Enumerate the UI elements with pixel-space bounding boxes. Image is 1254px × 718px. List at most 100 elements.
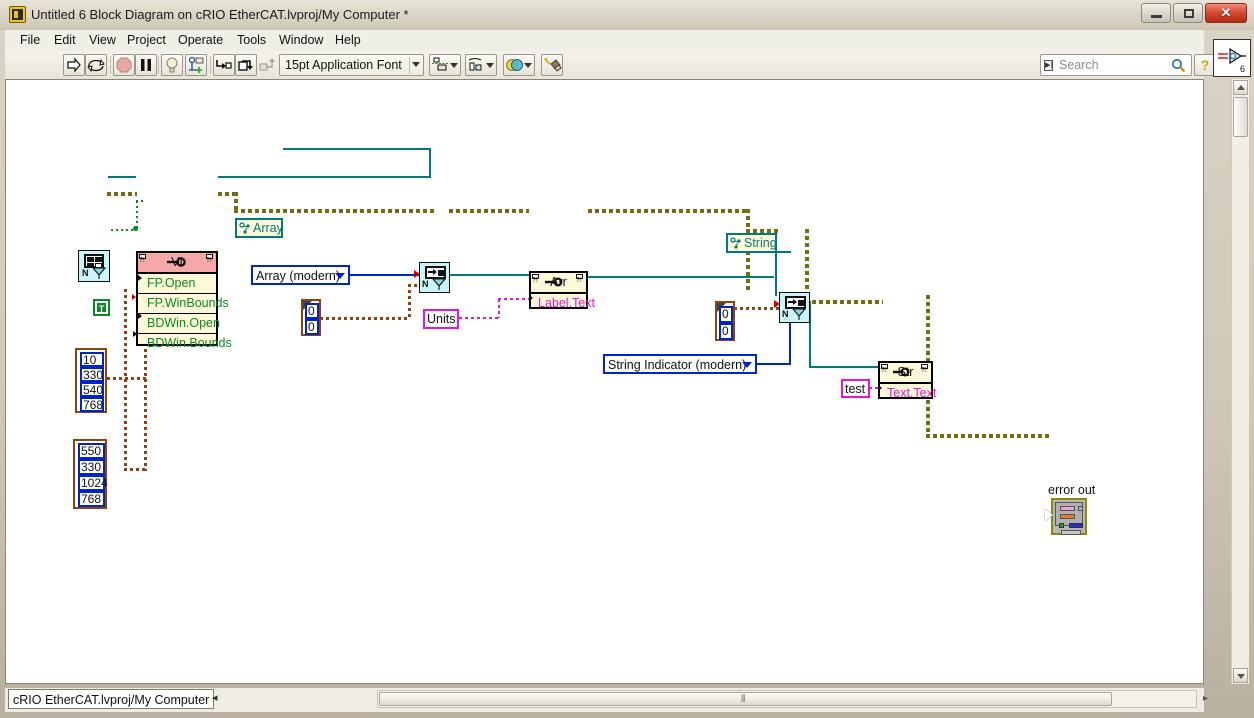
vi-icon-glyph: 6 xyxy=(1215,41,1249,75)
property-row-bdwin-open[interactable]: BDWin.Open xyxy=(138,313,220,333)
bounds-array-constant-1[interactable]: 10 330 540 768 xyxy=(75,348,107,413)
reorder-button[interactable] xyxy=(503,54,535,76)
retain-wire-values-button[interactable] xyxy=(185,54,207,76)
close-button[interactable]: ✕ xyxy=(1205,3,1247,23)
new-vi-object-node-2[interactable]: N xyxy=(779,292,810,323)
wrench-icon xyxy=(545,277,563,287)
string-class-constant-label: String xyxy=(744,236,777,250)
array-class-constant[interactable]: Array xyxy=(235,218,283,238)
step-out-button[interactable] xyxy=(257,54,279,76)
chevron-down-icon xyxy=(524,63,532,68)
scroll-right-icon[interactable]: ▸ xyxy=(1203,693,1208,704)
scroll-down-button[interactable] xyxy=(1233,668,1248,683)
run-button[interactable] xyxy=(63,54,85,76)
wire-pos-h1 xyxy=(320,317,410,320)
units-string-constant[interactable]: Units xyxy=(423,309,459,329)
array-cell[interactable]: 1024 xyxy=(78,475,108,491)
step-into-button[interactable] xyxy=(213,54,235,76)
minimize-button[interactable] xyxy=(1141,3,1171,23)
array-cell[interactable]: 330 xyxy=(80,367,104,382)
align-objects-button[interactable] xyxy=(429,54,461,76)
menu-bar: File Edit View Project Operate Tools Win… xyxy=(5,30,1204,52)
wire-objref-to-arr xyxy=(449,274,531,276)
class-constant-icon xyxy=(730,237,741,249)
search-box[interactable]: ▶| Search xyxy=(1040,54,1192,76)
property-row-bdwin-bounds[interactable]: BDWin.Bounds xyxy=(138,333,232,353)
vertical-scrollbar[interactable] xyxy=(1231,79,1249,684)
new-vi-object-node-1[interactable]: N xyxy=(419,262,450,293)
pause-icon xyxy=(141,59,151,71)
chevron-down-icon xyxy=(742,362,752,368)
run-continuously-button[interactable] xyxy=(85,54,107,76)
array-modern-ring[interactable]: Array (modern) xyxy=(251,265,350,285)
wire-units-h2 xyxy=(498,298,529,300)
chevron-up-icon xyxy=(1237,85,1245,90)
menu-view[interactable]: View xyxy=(83,31,122,50)
str-property-node[interactable]: Str Text.Text ?! ?! xyxy=(878,361,936,400)
string-indicator-ring-value: String Indicator (modern) xyxy=(608,358,747,372)
maximize-button[interactable] xyxy=(1173,3,1203,23)
menu-tools[interactable]: Tools xyxy=(231,31,272,50)
wire-enum-string-h xyxy=(757,363,791,365)
array-cell[interactable]: 768 xyxy=(80,397,104,412)
menu-operate[interactable]: Operate xyxy=(172,31,229,50)
search-scope-icon: ▶| xyxy=(1044,60,1053,71)
chevron-down-icon xyxy=(450,63,458,68)
vertical-scrollbar-thumb[interactable] xyxy=(1233,97,1248,137)
distribute-objects-button[interactable] xyxy=(465,54,497,76)
array-cell[interactable]: 0 xyxy=(305,319,319,335)
pause-button[interactable] xyxy=(135,54,157,76)
block-diagram-canvas[interactable]: N VI FP.Open FP.WinBounds BDWin.Open BDW… xyxy=(5,79,1204,684)
title-bar: Untitled 6 Block Diagram on cRIO EtherCA… xyxy=(0,0,1254,30)
property-row-label-text[interactable]: Label.Text xyxy=(531,293,595,313)
reorder-icon xyxy=(506,59,523,71)
distribute-objects-icon xyxy=(468,58,482,71)
project-context-label[interactable]: cRIO EtherCAT.lvproj/My Computer xyxy=(8,689,215,709)
position-array-constant-2[interactable]: 0 0 xyxy=(715,301,735,341)
array-cell[interactable]: 768 xyxy=(78,491,105,507)
array-cell[interactable]: 0 xyxy=(719,323,733,340)
property-row-text-text[interactable]: Text.Text xyxy=(880,383,936,403)
menu-project[interactable]: Project xyxy=(121,31,172,50)
font-selector[interactable]: 15pt Application Font xyxy=(279,54,424,76)
vi-property-node[interactable]: VI FP.Open FP.WinBounds BDWin.Open BDWin… xyxy=(136,251,232,350)
menu-edit[interactable]: Edit xyxy=(48,31,82,50)
property-row-fp-winbounds[interactable]: FP.WinBounds xyxy=(138,293,229,313)
open-vi-reference-node[interactable]: N xyxy=(78,250,110,282)
vi-icon-pane[interactable]: 6 xyxy=(1213,39,1251,77)
horizontal-scrollbar[interactable]: ⫴ xyxy=(377,690,1197,708)
collapse-arrow-icon[interactable]: ◂ xyxy=(212,691,218,704)
new-vi-object-2-input-arrow xyxy=(774,300,780,308)
array-cell[interactable]: 0 xyxy=(719,306,733,323)
clean-up-diagram-button[interactable] xyxy=(541,54,563,76)
step-over-button[interactable] xyxy=(235,54,257,76)
array-cell[interactable]: 540 xyxy=(80,382,104,397)
array-cell[interactable]: 0 xyxy=(305,303,319,319)
window-title: Untitled 6 Block Diagram on cRIO EtherCA… xyxy=(31,7,409,22)
bounds-array-constant-2[interactable]: 550 330 1024 768 xyxy=(73,439,108,509)
scroll-up-button[interactable] xyxy=(1233,80,1248,95)
array-cell[interactable]: 10 xyxy=(80,352,104,367)
arr-property-node[interactable]: Arr Label.Text ?! ?! xyxy=(529,271,595,310)
string-indicator-modern-ring[interactable]: String Indicator (modern) xyxy=(603,354,757,374)
menu-window[interactable]: Window xyxy=(273,31,329,50)
test-string-constant[interactable]: test xyxy=(841,379,870,398)
menu-file[interactable]: File xyxy=(14,31,46,50)
highlight-execution-button[interactable] xyxy=(161,54,183,76)
array-cell[interactable]: 330 xyxy=(78,459,105,475)
true-constant-label: T xyxy=(98,304,105,314)
true-constant[interactable]: T xyxy=(93,299,110,316)
menu-help[interactable]: Help xyxy=(329,31,367,50)
units-constant-value: Units xyxy=(427,312,456,326)
refnum-in-icon: ?! xyxy=(139,254,148,264)
string-class-constant[interactable]: String xyxy=(726,233,777,253)
position-array-constant-1[interactable]: 0 0 xyxy=(301,299,321,336)
labview-block-diagram-window: Untitled 6 Block Diagram on cRIO EtherCA… xyxy=(0,0,1254,718)
error-out-indicator[interactable] xyxy=(1051,498,1087,535)
array-cell[interactable]: 550 xyxy=(78,443,105,459)
abort-execution-button[interactable] xyxy=(113,54,135,76)
property-row-fp-open[interactable]: FP.Open xyxy=(138,273,216,293)
chevron-down-icon xyxy=(335,273,345,279)
refnum-out-icon: ?! xyxy=(206,254,215,264)
terminal-bdwin-open xyxy=(138,313,142,319)
